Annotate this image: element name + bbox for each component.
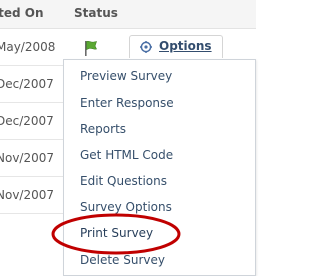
options-label: Options bbox=[159, 39, 212, 53]
menu-item-reports[interactable]: Reports bbox=[80, 122, 126, 136]
column-header-created-on[interactable]: ated On bbox=[0, 6, 43, 20]
table-header: ated On Status bbox=[0, 0, 256, 29]
menu-item-preview-survey[interactable]: Preview Survey bbox=[80, 69, 172, 83]
flag-icon[interactable] bbox=[84, 40, 98, 56]
created-on-cell: May/2008 bbox=[0, 40, 56, 54]
created-on-cell: Nov/2007 bbox=[0, 188, 55, 202]
created-on-cell: Dec/2007 bbox=[0, 77, 54, 91]
created-on-cell: Dec/2007 bbox=[0, 114, 54, 128]
column-header-status[interactable]: Status bbox=[74, 6, 118, 20]
menu-item-enter-response[interactable]: Enter Response bbox=[80, 96, 174, 110]
gear-icon bbox=[140, 41, 152, 53]
highlight-ellipse-annotation bbox=[51, 213, 181, 255]
options-button[interactable]: Options bbox=[129, 35, 223, 58]
created-on-cell: Nov/2007 bbox=[0, 151, 55, 165]
menu-item-edit-questions[interactable]: Edit Questions bbox=[80, 174, 167, 188]
menu-item-get-html-code[interactable]: Get HTML Code bbox=[80, 148, 173, 162]
